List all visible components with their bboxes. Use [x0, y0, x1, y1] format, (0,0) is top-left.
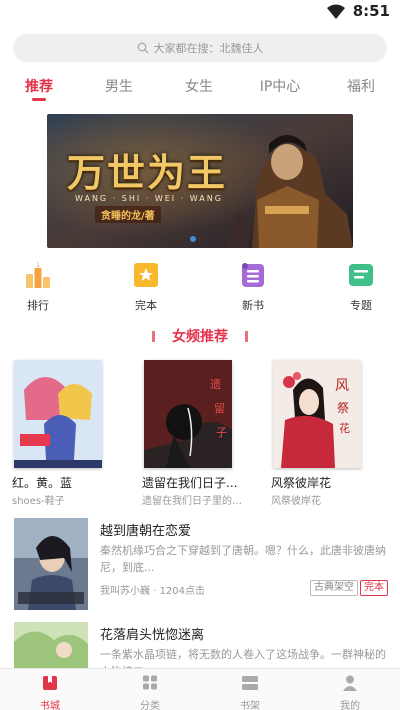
tab-ip-center[interactable]: IP中心: [245, 76, 315, 96]
grid-book-card[interactable]: 遗 留 子 遗留在我们日子... 遗留在我们日子里的朱...: [130, 360, 250, 507]
grid-book-card[interactable]: 红。黄。蓝 shoes-鞋子: [0, 360, 120, 507]
quick-link-topics[interactable]: 专题: [329, 260, 393, 313]
tab-male[interactable]: 男生: [84, 76, 154, 96]
quick-link-ranking[interactable]: 1 排行: [6, 260, 70, 313]
svg-text:子: 子: [216, 426, 227, 439]
genre-tag: 古典架空: [310, 580, 358, 596]
section-decoration: [151, 331, 155, 342]
bookshelf-icon: [242, 676, 258, 690]
book-meta: 我叫苏小巍 · 1204点击: [100, 586, 205, 597]
quick-link-label: 排行: [27, 299, 49, 312]
book-cover: 遗 留 子: [144, 360, 232, 468]
book-title: 风祭彼岸花: [271, 476, 332, 490]
nav-label: 分类: [140, 701, 160, 710]
svg-text:1: 1: [36, 262, 40, 269]
svg-text:祭: 祭: [337, 401, 349, 415]
section-title: 女频推荐: [172, 329, 228, 345]
nav-profile[interactable]: 我的: [320, 675, 380, 710]
banner-title: 万世为王: [67, 150, 228, 195]
book-title: 花落肩头恍惚迷离: [100, 628, 205, 643]
quick-link-label: 完本: [135, 299, 157, 312]
book-author: shoes-鞋子: [12, 496, 65, 507]
tab-female[interactable]: 女生: [164, 76, 234, 96]
banner-pinyin: WANG · SHI · WEI · WANG: [75, 194, 223, 203]
section-header-female: 女频推荐: [0, 326, 400, 346]
svg-text:遗: 遗: [210, 377, 221, 391]
book-cover: [14, 360, 102, 468]
nav-bookshelf[interactable]: 书架: [220, 675, 280, 710]
book-author: 风祭彼岸花: [271, 496, 321, 507]
nav-label: 我的: [340, 701, 360, 710]
tab-welfare[interactable]: 福利: [326, 76, 396, 96]
nav-label: 书城: [40, 701, 60, 710]
svg-text:风: 风: [335, 378, 349, 394]
user-icon: [343, 675, 357, 691]
nav-label: 书架: [240, 701, 260, 710]
status-badge: 完本: [360, 580, 388, 596]
svg-text:花: 花: [339, 422, 350, 435]
book-title: 红。黄。蓝: [12, 476, 73, 490]
quick-link-new-books[interactable]: 新书: [221, 260, 285, 313]
status-time: 8:51: [352, 2, 390, 20]
wifi-icon: [327, 4, 345, 19]
book-title: 越到唐朝在恋爱: [100, 524, 192, 539]
status-bar: 8:51: [0, 0, 400, 24]
book-cover: 风 祭 花: [273, 360, 361, 468]
search-icon: [137, 42, 148, 54]
nav-category[interactable]: 分类: [120, 675, 180, 710]
active-tab-indicator: [32, 98, 46, 101]
quick-link-label: 专题: [350, 299, 372, 312]
bookstore-icon: [43, 676, 57, 690]
banner-author: 贪睡的龙/著: [95, 206, 161, 223]
book-description: 秦然机缘巧合之下穿越到了唐朝。嗯？什么，此唐非彼唐纳尼，到底...: [100, 544, 386, 574]
search-bar[interactable]: 大家都在搜：北魏佳人: [13, 34, 387, 62]
book-author: 遗留在我们日子里的朱...: [142, 496, 248, 507]
ranking-trophy-icon: 1: [26, 262, 50, 288]
promo-banner[interactable]: 万世为王 WANG · SHI · WEI · WANG 贪睡的龙/著: [47, 114, 353, 248]
grid-icon: [143, 675, 157, 690]
carousel-indicator: [190, 236, 196, 242]
book-cover: [14, 518, 88, 610]
category-tabs: 推荐 男生 女生 IP中心 福利: [0, 72, 400, 102]
quick-link-completed[interactable]: 完本: [114, 260, 178, 313]
tab-recommend[interactable]: 推荐: [4, 76, 74, 96]
quick-link-label: 新书: [242, 299, 264, 312]
list-book-item[interactable]: 越到唐朝在恋爱 秦然机缘巧合之下穿越到了唐朝。嗯？什么，此唐非彼唐纳尼，到底..…: [0, 518, 400, 618]
topic-icon: [349, 264, 373, 286]
completed-book-icon: [134, 263, 158, 287]
grid-book-card[interactable]: 风 祭 花 风祭彼岸花 风祭彼岸花: [259, 360, 379, 507]
search-placeholder: 大家都在搜：北魏佳人: [153, 42, 264, 55]
svg-text:留: 留: [214, 402, 225, 415]
book-cover: [14, 622, 88, 668]
new-book-icon: [242, 263, 264, 287]
book-title: 遗留在我们日子...: [142, 476, 238, 490]
bottom-navigation: 书城 分类 书架 我的: [0, 668, 400, 710]
section-decoration: [245, 331, 249, 342]
nav-bookstore[interactable]: 书城: [20, 675, 80, 710]
